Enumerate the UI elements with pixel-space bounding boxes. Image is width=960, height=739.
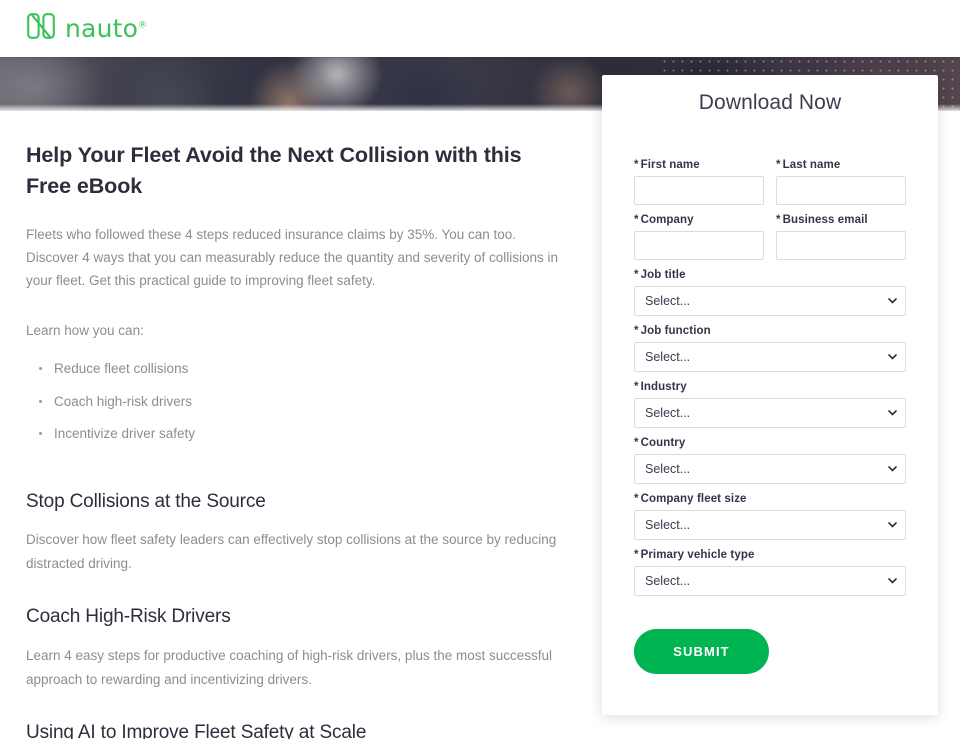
company-field-row: * Company * Business email	[634, 214, 906, 269]
industry-label-text: Industry	[640, 381, 687, 393]
required-marker: *	[634, 269, 639, 281]
country-label: * Country	[634, 437, 906, 449]
job-title-label: * Job title	[634, 269, 906, 281]
company-fleet-size-select-wrap: Select...	[634, 510, 906, 540]
job-title-label-text: Job title	[640, 269, 686, 281]
job-function-label: * Job function	[634, 325, 906, 337]
required-marker: *	[634, 437, 639, 449]
page-title: Help Your Fleet Avoid the Next Collision…	[26, 143, 522, 198]
required-marker: *	[776, 159, 781, 171]
primary-vehicle-type-field: * Primary vehicle type Select...	[634, 549, 906, 596]
registered-mark-icon: ®	[138, 20, 148, 31]
business-email-input[interactable]	[776, 231, 906, 260]
list-item: Incentivize driver safety	[39, 423, 566, 456]
main-content: Help Your Fleet Avoid the Next Collision…	[26, 140, 566, 739]
first-name-field: * First name	[634, 159, 764, 205]
name-field-row: * First name * Last name	[634, 159, 906, 214]
industry-label: * Industry	[634, 381, 906, 393]
company-fleet-size-label: * Company fleet size	[634, 493, 906, 505]
company-fleet-size-field: * Company fleet size Select...	[634, 493, 906, 540]
company-field: * Company	[634, 214, 764, 260]
primary-vehicle-type-select[interactable]: Select...	[634, 566, 906, 596]
country-select-wrap: Select...	[634, 454, 906, 484]
business-email-label-text: Business email	[782, 214, 868, 226]
nauto-n-logo-icon	[26, 11, 56, 46]
job-title-select[interactable]: Select...	[634, 286, 906, 316]
country-label-text: Country	[640, 437, 686, 449]
company-fleet-size-label-text: Company fleet size	[640, 493, 747, 505]
job-title-select-wrap: Select...	[634, 286, 906, 316]
business-email-field: * Business email	[776, 214, 906, 260]
job-function-select[interactable]: Select...	[634, 342, 906, 372]
section-body: Discover how fleet safety leaders can ef…	[26, 532, 557, 571]
required-marker: *	[634, 214, 639, 226]
content-section-1: Stop Collisions at the Source Discover h…	[26, 490, 566, 576]
required-marker: *	[634, 325, 639, 337]
industry-field: * Industry Select...	[634, 381, 906, 428]
section-body: Learn 4 easy steps for productive coachi…	[26, 648, 552, 687]
submit-button[interactable]: SUBMIT	[634, 629, 769, 674]
last-name-label: * Last name	[776, 159, 906, 171]
first-name-label: * First name	[634, 159, 764, 171]
download-form: * First name * Last name * Company * Busines…	[634, 115, 906, 674]
section-title: Coach High-Risk Drivers	[26, 606, 231, 628]
job-function-field: * Job function Select...	[634, 325, 906, 372]
industry-select-wrap: Select...	[634, 398, 906, 428]
job-function-label-text: Job function	[640, 325, 711, 337]
company-fleet-size-select[interactable]: Select...	[634, 510, 906, 540]
company-input[interactable]	[634, 231, 764, 260]
required-marker: *	[634, 549, 639, 561]
content-section-3: Using AI to Improve Fleet Safety at Scal…	[26, 721, 566, 739]
required-marker: *	[776, 214, 781, 226]
company-label-text: Company	[640, 214, 694, 226]
required-marker: *	[634, 381, 639, 393]
industry-select[interactable]: Select...	[634, 398, 906, 428]
landing-page: nauto® Help Your Fleet Avoid the Next Co…	[0, 0, 960, 739]
last-name-input[interactable]	[776, 176, 906, 205]
site-header: nauto®	[0, 0, 960, 57]
first-name-label-text: First name	[640, 159, 700, 171]
benefits-list: Reduce fleet collisions Coach high-risk …	[26, 358, 566, 456]
required-marker: *	[634, 493, 639, 505]
intro-paragraph: Fleets who followed these 4 steps reduce…	[26, 227, 559, 289]
section-title: Using AI to Improve Fleet Safety at Scal…	[26, 722, 367, 739]
list-item: Coach high-risk drivers	[39, 391, 566, 424]
primary-vehicle-type-label-text: Primary vehicle type	[640, 549, 755, 561]
job-title-field: * Job title Select...	[634, 269, 906, 316]
list-item: Reduce fleet collisions	[39, 358, 566, 391]
country-select[interactable]: Select...	[634, 454, 906, 484]
last-name-label-text: Last name	[782, 159, 841, 171]
nauto-wordmark-text: nauto	[65, 14, 139, 43]
last-name-field: * Last name	[776, 159, 906, 205]
section-title: Stop Collisions at the Source	[26, 490, 266, 512]
form-title: Download Now	[698, 91, 842, 114]
content-section-2: Coach High-Risk Drivers Learn 4 easy ste…	[26, 605, 566, 691]
first-name-input[interactable]	[634, 176, 764, 205]
required-marker: *	[634, 159, 639, 171]
nauto-logo-link[interactable]: nauto®	[26, 11, 147, 46]
country-field: * Country Select...	[634, 437, 906, 484]
company-label: * Company	[634, 214, 764, 226]
download-form-card: Download Now * First name * Last name * Com…	[602, 75, 938, 715]
learn-intro-text: Learn how you can:	[26, 322, 144, 338]
primary-vehicle-type-select-wrap: Select...	[634, 566, 906, 596]
primary-vehicle-type-label: * Primary vehicle type	[634, 549, 906, 561]
submit-row: SUBMIT	[634, 605, 906, 674]
business-email-label: * Business email	[776, 214, 906, 226]
job-function-select-wrap: Select...	[634, 342, 906, 372]
nauto-wordmark: nauto®	[65, 16, 147, 41]
